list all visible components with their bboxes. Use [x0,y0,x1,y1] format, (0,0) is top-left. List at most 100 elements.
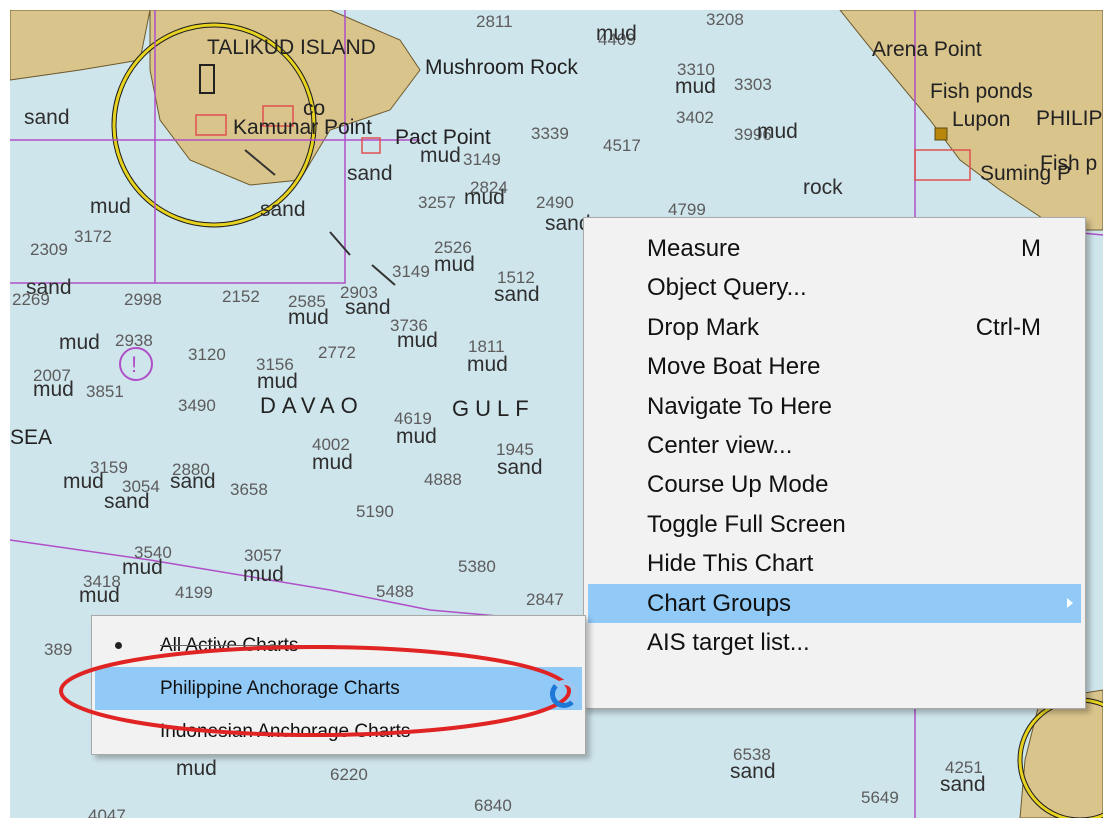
place-label: Mushroom Rock [425,56,578,79]
depth-sounding: 5488 [376,582,414,601]
depth-sounding: 3402 [676,108,714,127]
seabed-label: mud [420,144,461,167]
menu-item-chart-groups[interactable]: Chart Groups [588,583,1081,623]
seabed-label: mud [122,556,163,579]
svg-text:!: ! [131,352,137,377]
seabed-label: mud [397,329,438,352]
menu-item-course-up-mode[interactable]: Course Up Mode [584,465,1085,504]
depth-sounding: 2938 [115,331,153,350]
seabed-label: sand [24,106,70,129]
depth-sounding: 4888 [424,470,462,489]
place-label: PHILIP [1036,107,1103,130]
place-label: SEA [10,426,53,449]
menu-item-label: Hide This Chart [647,550,814,578]
place-label: Fish ponds [930,80,1033,103]
seabed-label: sand [940,773,986,796]
chart-context-menu: Measure M Object Query... Drop Mark Ctrl… [583,217,1086,709]
seabed-label: sand [347,162,393,185]
menu-item-toggle-full-screen[interactable]: Toggle Full Screen [584,505,1085,544]
menu-item-move-boat-here[interactable]: Move Boat Here [584,347,1085,386]
place-label: DAVAO [260,393,364,418]
depth-sounding: 5380 [458,557,496,576]
menu-item-measure[interactable]: Measure M [584,229,1085,268]
place-label: Arena Point [872,38,982,61]
depth-sounding: 3490 [178,396,216,415]
submenu-arrow-icon [1067,597,1073,608]
menu-item-label: AIS target list... [647,628,810,656]
depth-sounding: 4047 [88,806,126,818]
depth-sounding: 6840 [474,796,512,815]
menu-item-navigate-to-here[interactable]: Navigate To Here [584,387,1085,426]
seabed-label: rock [803,176,843,199]
menu-item-object-query[interactable]: Object Query... [584,268,1085,307]
menu-item-label: Object Query... [647,274,807,302]
seabed-label: sand [104,490,150,513]
depth-sounding: 2811 [476,12,513,31]
seabed-label: sand [26,276,72,299]
menu-item-label: Toggle Full Screen [647,510,846,538]
depth-sounding: 2309 [30,240,68,259]
seabed-label: mud [90,195,131,218]
depth-sounding: 4199 [175,583,213,602]
depth-sounding: 3149 [392,262,430,281]
seabed-label: mud [757,120,798,143]
depth-sounding: 2847 [526,590,564,609]
menu-item-ais-target-list[interactable]: AIS target list... [584,623,1085,662]
menu-item-drop-mark[interactable]: Drop Mark Ctrl-M [584,308,1085,347]
seabed-label: sand [260,198,306,221]
place-label: TALIKUD ISLAND [207,36,376,59]
depth-sounding: 6220 [330,765,368,784]
depth-sounding: 5190 [356,502,394,521]
menu-item-center-view[interactable]: Center view... [584,426,1085,465]
menu-item-label: Drop Mark [647,313,760,341]
menu-item-label: Measure [647,235,741,262]
depth-sounding: 3208 [706,10,744,29]
seabed-label: sand [494,283,540,306]
depth-sounding: 3658 [230,480,268,499]
depth-sounding: 3339 [531,124,569,143]
seabed-label: mud [675,75,716,98]
depth-sounding: 3303 [734,75,772,94]
depth-sounding: 3149 [463,150,501,169]
menu-item-label: Center view... [647,431,793,459]
menu-item-shortcut: M [1021,235,1041,262]
seabed-label: mud [257,370,298,393]
seabed-label: sand [345,296,391,319]
seabed-label: sand [497,456,543,479]
depth-sounding: 2490 [536,193,574,212]
seabed-label: mud [596,22,637,45]
seabed-label: mud [63,470,104,493]
depth-sounding: 2152 [222,287,260,306]
menu-item-shortcut: Ctrl-M [975,313,1041,341]
seabed-label: mud [176,757,217,780]
seabed-label: mud [434,253,475,276]
depth-sounding: 4517 [603,136,641,155]
seabed-label: mud [59,331,100,354]
busy-cursor-icon [550,680,578,708]
depth-sounding: 5649 [861,788,899,807]
seabed-label: sand [170,470,216,493]
menu-item-label: Chart Groups [647,589,792,617]
seabed-label: mud [33,378,74,401]
menu-item-label: Move Boat Here [647,353,821,381]
depth-sounding: 3851 [86,382,124,401]
seabed-label: mud [79,584,120,607]
seabed-label: mud [312,451,353,474]
depth-sounding: 3120 [188,345,226,364]
place-label: Fish p [1040,152,1098,175]
place-label: Lupon [952,108,1011,131]
depth-sounding: 2772 [318,343,356,362]
place-label: co [303,97,326,120]
seabed-label: mud [288,306,329,329]
annotation-ellipse [59,645,571,737]
menu-item-label: Course Up Mode [647,471,829,499]
depth-sounding: 2998 [124,290,162,309]
seabed-label: sand [730,760,776,783]
depth-sounding: 3257 [418,193,456,212]
seabed-label: mud [396,425,437,448]
seabed-label: mud [467,353,508,376]
menu-item-label: Navigate To Here [647,392,832,420]
depth-sounding: 3172 [74,227,112,246]
menu-item-hide-this-chart[interactable]: Hide This Chart [584,544,1085,583]
seabed-label: mud [464,186,505,209]
